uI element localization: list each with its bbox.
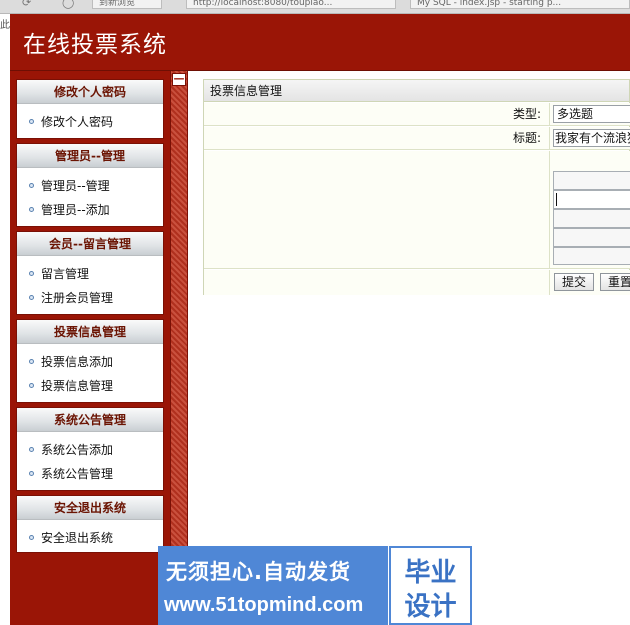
text-caret: [556, 193, 557, 206]
watermark-badge-line2: 设计: [404, 592, 457, 622]
watermark-text-block: 无须担心.自动发货 www.51topmind.com: [158, 546, 388, 625]
submit-button[interactable]: 提交: [554, 273, 594, 291]
bullet-icon: [29, 183, 34, 188]
reset-button[interactable]: 重置: [600, 273, 630, 291]
app-title: 在线投票系统: [23, 32, 167, 58]
bullet-icon: [29, 471, 34, 476]
bullet-icon: [29, 359, 34, 364]
back-icon[interactable]: ⟳: [22, 0, 31, 9]
option-input-1[interactable]: [553, 171, 630, 190]
option-input-3[interactable]: [553, 209, 630, 228]
menu-group-logout: 安全退出系统 安全退出系统: [16, 495, 164, 553]
type-label: 类型:: [204, 103, 550, 125]
bullet-icon: [29, 271, 34, 276]
title-cell: 我家有个流浪狗: [551, 127, 630, 149]
sidebar-splitter[interactable]: [170, 71, 188, 625]
bullet-icon: [29, 207, 34, 212]
actions-cell: 提交 重置: [551, 270, 630, 295]
sidebar-item-admin-manage[interactable]: 管理员--管理: [17, 174, 163, 198]
option-input-2[interactable]: [553, 190, 630, 209]
form-row-actions: 提交 重置: [204, 270, 630, 295]
menu-group-title[interactable]: 安全退出系统: [17, 496, 163, 520]
sidebar-item-notice-add[interactable]: 系统公告添加: [17, 438, 163, 462]
menu-group-admin: 管理员--管理 管理员--管理 管理员--添加: [16, 143, 164, 227]
collapse-sidebar-icon[interactable]: —: [172, 73, 186, 86]
menu-group-title[interactable]: 管理员--管理: [17, 144, 163, 168]
watermark-url: www.51topmind.com: [164, 594, 364, 616]
menu-group-title[interactable]: 投票信息管理: [17, 320, 163, 344]
option-input-4[interactable]: [553, 228, 630, 247]
sidebar-item-messages[interactable]: 留言管理: [17, 262, 163, 286]
bullet-icon: [29, 447, 34, 452]
type-cell: 多选题: [551, 103, 630, 125]
home-icon[interactable]: ◯: [62, 0, 74, 9]
app-header: 在线投票系统: [10, 14, 630, 71]
page-edge-text: 此: [0, 20, 10, 31]
form-row-options: [204, 151, 630, 269]
sidebar-item-vote-manage[interactable]: 投票信息管理: [17, 374, 163, 398]
menu-group-members: 会员--留言管理 留言管理 注册会员管理: [16, 231, 164, 315]
sidebar: 修改个人密码 修改个人密码 管理员--管理 管理员--管理 管理员--添加 会员…: [10, 71, 170, 625]
main-content: 投票信息管理 类型: 多选题 标题: 我家有个流浪狗: [189, 71, 630, 625]
browser-tab-3[interactable]: My SQL - index.jsp - starting p...: [410, 0, 630, 9]
sidebar-item-logout[interactable]: 安全退出系统: [17, 526, 163, 550]
menu-group-title[interactable]: 修改个人密码: [17, 80, 163, 104]
watermark-badge-line1: 毕业: [404, 558, 457, 588]
options-label: [204, 151, 550, 268]
vote-title-input[interactable]: 我家有个流浪狗: [553, 129, 630, 147]
bullet-icon: [29, 295, 34, 300]
menu-group-notices: 系统公告管理 系统公告添加 系统公告管理: [16, 407, 164, 491]
option-input-5[interactable]: [553, 247, 630, 265]
form-row-title: 标题: 我家有个流浪狗: [204, 127, 630, 150]
options-cell: [551, 151, 630, 268]
menu-group-title[interactable]: 会员--留言管理: [17, 232, 163, 256]
bullet-icon: [29, 535, 34, 540]
menu-group-title[interactable]: 系统公告管理: [17, 408, 163, 432]
sidebar-item-members[interactable]: 注册会员管理: [17, 286, 163, 310]
menu-group-password: 修改个人密码 修改个人密码: [16, 79, 164, 139]
sidebar-item-notice-manage[interactable]: 系统公告管理: [17, 462, 163, 486]
form-row-type: 类型: 多选题: [204, 103, 630, 126]
browser-tab-1[interactable]: 到新浏览: [92, 0, 162, 9]
bullet-icon: [29, 383, 34, 388]
bullet-icon: [29, 119, 34, 124]
actions-label: [204, 270, 550, 295]
vote-type-select[interactable]: 多选题: [553, 105, 630, 123]
watermark-badge: 毕业 设计: [389, 546, 472, 625]
sidebar-item-admin-add[interactable]: 管理员--添加: [17, 198, 163, 222]
browser-tab-2[interactable]: http://localhost:8080/toupiao...: [186, 0, 396, 9]
title-label: 标题:: [204, 127, 550, 149]
panel-title: 投票信息管理: [204, 80, 629, 102]
vote-form-panel: 投票信息管理 类型: 多选题 标题: 我家有个流浪狗: [203, 79, 630, 295]
sidebar-item-change-password[interactable]: 修改个人密码: [17, 110, 163, 134]
watermark-banner: 无须担心.自动发货 www.51topmind.com 毕业 设计: [158, 546, 472, 625]
sidebar-item-vote-add[interactable]: 投票信息添加: [17, 350, 163, 374]
browser-tab-strip: ⟳ ◯ 到新浏览 http://localhost:8080/toupiao..…: [0, 0, 630, 14]
menu-group-votes: 投票信息管理 投票信息添加 投票信息管理: [16, 319, 164, 403]
watermark-slogan: 无须担心.自动发货: [166, 560, 351, 584]
